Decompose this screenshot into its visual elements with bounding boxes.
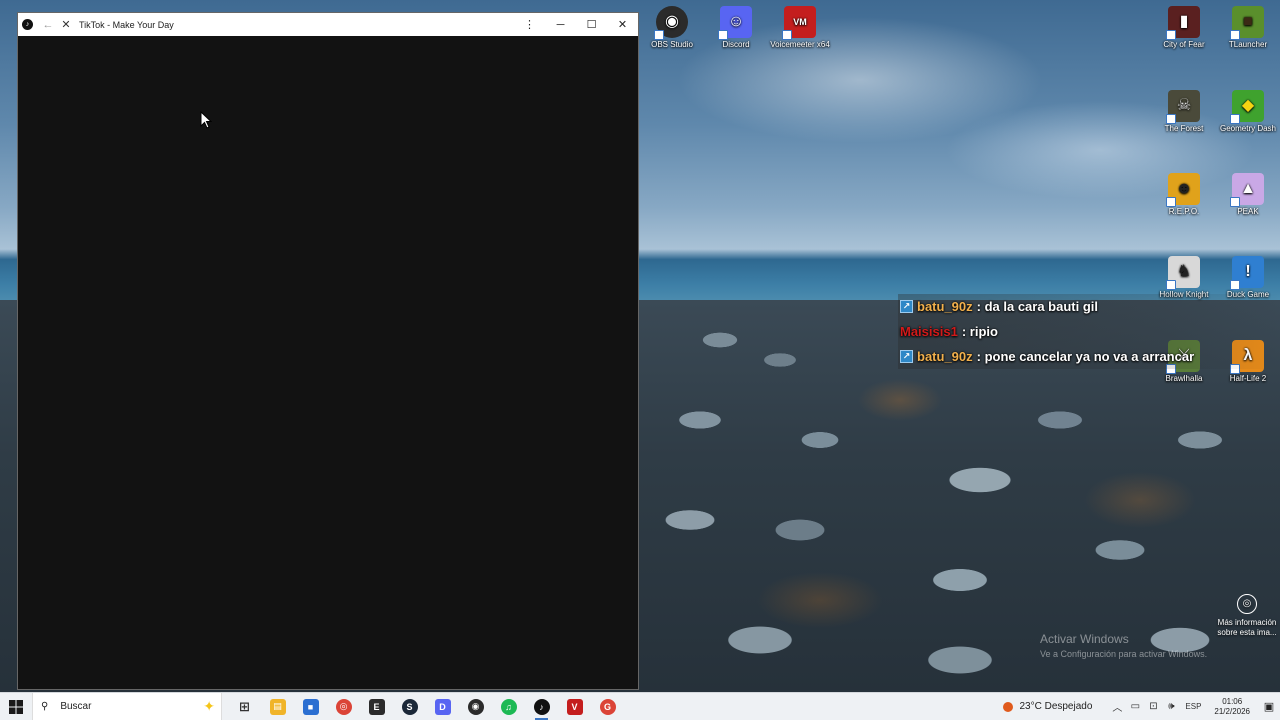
peak-icon: ▲	[1230, 173, 1264, 207]
more-menu-button[interactable]: ⋮	[514, 13, 545, 36]
taskbar-app-discord[interactable]: D	[426, 693, 459, 720]
duck-game-icon: !	[1230, 256, 1264, 290]
voicemeeter-icon: V	[566, 698, 583, 715]
clock[interactable]: 01:06 21/2/2026	[1214, 697, 1250, 717]
taskbar-app-obs[interactable]: ◉	[459, 693, 492, 720]
mouse-cursor-icon	[200, 111, 212, 129]
taskbar-app-steam[interactable]: S	[393, 693, 426, 720]
taskbar-apps: ⊞ ▤ ■ ◎ E S D ◉ ♫ ♪ V G	[228, 693, 624, 720]
maximize-icon: ☐	[586, 19, 597, 31]
steam-icon: S	[401, 698, 418, 715]
obs-icon: ◉	[654, 6, 688, 40]
chat-message: ↗ batu_90z : da la cara bauti gil	[898, 294, 1280, 319]
more-info-button[interactable]: ◎ Más información sobre esta ima...	[1214, 594, 1280, 638]
weather-widget[interactable]: 23°C Despejado	[1003, 701, 1092, 712]
desktop-icon-the-forest[interactable]: ☠ The Forest	[1150, 90, 1218, 134]
search-icon: ⚲	[41, 701, 49, 712]
close-window-button[interactable]: ✕	[607, 13, 638, 36]
taskbar-app-google[interactable]: G	[591, 693, 624, 720]
taskbar-app-explorer[interactable]: ▤	[261, 693, 294, 720]
spotify-icon: ♫	[500, 698, 517, 715]
close-icon: ✕	[61, 19, 71, 31]
file-explorer-icon: ▤	[269, 698, 286, 715]
taskbar-app-taskview[interactable]: ⊞	[228, 693, 261, 720]
tlauncher-icon: ■	[1230, 6, 1264, 40]
chat-text: : da la cara bauti gil	[976, 299, 1099, 314]
chat-badge-icon: ↗	[900, 350, 913, 363]
the-forest-icon: ☠	[1166, 90, 1200, 124]
stop-loading-button[interactable]: ✕	[57, 13, 75, 36]
arrow-left-icon: ←	[42, 18, 54, 31]
chat-badge-icon: ↗	[900, 300, 913, 313]
network-icon[interactable]: ⊡	[1144, 701, 1162, 712]
obs-icon: ◉	[467, 698, 484, 715]
tray-chevron-up-icon[interactable]: ︿	[1108, 699, 1126, 714]
chat-message: Maisisis1 : ripio	[898, 319, 1280, 344]
discord-icon: ☺	[718, 6, 752, 40]
volume-icon[interactable]: 🕪	[1162, 701, 1180, 712]
chat-text: : ripio	[961, 324, 998, 339]
activation-watermark: Activar Windows Ve a Configuración para …	[1040, 632, 1208, 659]
weather-sun-icon	[1003, 701, 1014, 712]
chat-username: batu_90z	[917, 299, 973, 314]
minimize-button[interactable]: ─	[545, 13, 576, 36]
search-highlight-icon: ✦	[203, 697, 215, 714]
desktop-icon-peak[interactable]: ▲ PEAK	[1214, 173, 1280, 217]
discord-icon: D	[434, 698, 451, 715]
minimize-icon: ─	[556, 18, 565, 31]
chat-username: batu_90z	[917, 349, 973, 364]
page-content[interactable]	[18, 36, 638, 689]
taskview-icon: ⊞	[239, 698, 250, 714]
system-tray: 23°C Despejado ︿ ▭ ⊡ 🕪 ESP 01:06 21/2/20…	[1003, 693, 1280, 720]
desktop-icon-geometry-dash[interactable]: ◆ Geometry Dash	[1214, 90, 1280, 134]
window-titlebar[interactable]: ♪ ← ✕ TikTok - Make Your Day ⋮ ─ ☐ ✕	[18, 13, 638, 36]
taskbar: ⚲ Buscar ✦ ⊞ ▤ ■ ◎ E S D ◉ ♫ ♪ V G 23°C …	[0, 692, 1280, 720]
google-icon: G	[599, 698, 616, 715]
taskbar-app-epic[interactable]: E	[360, 693, 393, 720]
desktop-icon-voicemeeter[interactable]: VM Voicemeeter x64	[766, 6, 834, 50]
repo-icon: ☻	[1166, 173, 1200, 207]
desktop-icon-discord[interactable]: ☺ Discord	[702, 6, 770, 50]
more-vert-icon: ⋮	[524, 19, 535, 31]
windows-logo-icon	[9, 699, 23, 714]
back-button[interactable]: ←	[39, 13, 57, 36]
window-title: TikTok - Make Your Day	[79, 19, 174, 30]
notifications-button[interactable]: ▣	[1258, 693, 1280, 720]
battery-icon[interactable]: ▭	[1126, 701, 1144, 712]
search-input[interactable]: Buscar	[60, 701, 91, 712]
desktop-icon-city-of-fear[interactable]: ▮ City of Fear	[1150, 6, 1218, 50]
tiktok-icon: ♪	[22, 19, 33, 30]
taskbar-app-store[interactable]: ■	[294, 693, 327, 720]
chat-text: : pone cancelar ya no va a arrancar	[976, 349, 1195, 364]
taskbar-app-voicemeeter[interactable]: V	[558, 693, 591, 720]
maximize-button[interactable]: ☐	[576, 13, 607, 36]
epic-games-icon: E	[368, 698, 385, 715]
clock-date: 21/2/2026	[1214, 706, 1250, 716]
store-icon: ■	[302, 698, 319, 715]
taskbar-app-chrome[interactable]: ◎	[327, 693, 360, 720]
taskbar-search[interactable]: ⚲ Buscar ✦	[32, 692, 222, 720]
weather-text: 23°C Despejado	[1019, 701, 1093, 712]
chrome-icon: ◎	[335, 698, 352, 715]
chat-message: ↗ batu_90z : pone cancelar ya no va a ar…	[898, 344, 1280, 369]
start-button[interactable]	[0, 693, 32, 720]
language-indicator[interactable]: ESP	[1180, 702, 1206, 711]
clock-time: 01:06	[1222, 696, 1243, 706]
camera-icon: ◎	[1237, 594, 1257, 614]
close-icon: ✕	[617, 19, 628, 31]
city-of-fear-icon: ▮	[1166, 6, 1200, 40]
voicemeeter-icon: VM	[782, 6, 816, 40]
desktop-icon-repo[interactable]: ☻ R.E.P.O.	[1150, 173, 1218, 217]
desktop-icon-obs[interactable]: ◉ OBS Studio	[638, 6, 706, 50]
geometry-dash-icon: ◆	[1230, 90, 1264, 124]
chat-overlay: ↗ batu_90z : da la cara bauti gil Maisis…	[898, 294, 1280, 369]
browser-window: ♪ ← ✕ TikTok - Make Your Day ⋮ ─ ☐ ✕	[18, 13, 638, 689]
tiktok-icon: ♪	[533, 698, 550, 715]
taskbar-app-tiktok[interactable]: ♪	[525, 693, 558, 720]
notification-icon: ▣	[1263, 701, 1275, 713]
taskbar-app-spotify[interactable]: ♫	[492, 693, 525, 720]
hollow-knight-icon: ♞	[1166, 256, 1200, 290]
chat-username: Maisisis1	[900, 324, 958, 339]
desktop-icon-tlauncher[interactable]: ■ TLauncher	[1214, 6, 1280, 50]
